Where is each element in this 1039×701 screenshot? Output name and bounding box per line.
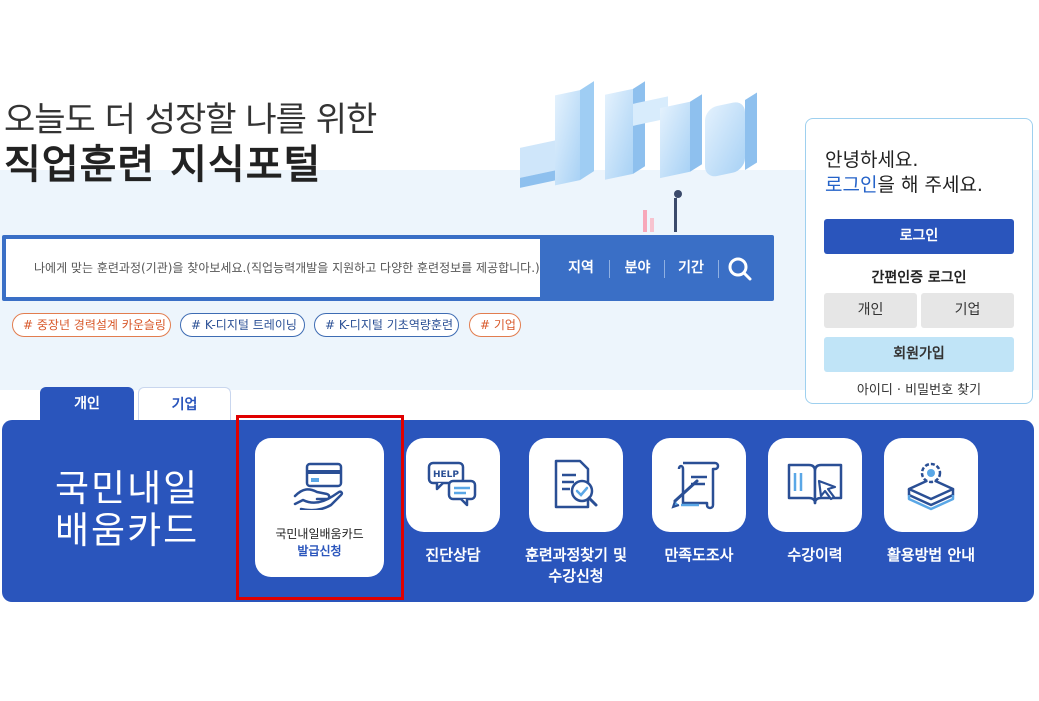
course-history-button[interactable] — [768, 438, 862, 532]
svg-text:HELP: HELP — [433, 470, 459, 480]
book-cursor-icon — [787, 463, 843, 505]
panel-title-line2: 배움카드 — [55, 509, 200, 552]
login-panel: 안녕하세요. 로그인을 해 주세요. 로그인 간편인증 로그인 개인 기업 회원… — [805, 118, 1033, 404]
search-button[interactable] — [720, 249, 760, 289]
hero-title: 직업훈련 지식포털 — [4, 142, 322, 188]
survey-pen-icon — [671, 461, 720, 510]
period-filter-button[interactable]: 기간 — [664, 235, 718, 301]
login-prompt: 로그인을 해 주세요. — [825, 170, 983, 197]
course-search-apply-button[interactable] — [529, 438, 623, 532]
login-button[interactable]: 로그인 — [824, 219, 1014, 254]
signup-button[interactable]: 회원가입 — [824, 337, 1014, 372]
greeting-text: 안녕하세요. — [825, 149, 919, 171]
tag-company[interactable]: # 기업 — [469, 313, 521, 337]
course-search-apply-label-line2: 수강신청 — [548, 567, 604, 585]
tag-k-digital-training[interactable]: # K-디지털 트레이닝 — [180, 313, 305, 337]
tag-midcareer-counseling[interactable]: # 중장년 경력설계 카운슬링 — [12, 313, 171, 337]
region-filter-button[interactable]: 지역 — [553, 235, 609, 301]
divider — [718, 260, 719, 278]
diagnosis-consult-button[interactable]: HELP — [406, 438, 500, 532]
diagnosis-consult-label: 진단상담 — [425, 546, 481, 564]
card-hand-icon — [293, 462, 344, 510]
course-history-label: 수강이력 — [787, 546, 843, 564]
document-search-icon — [554, 459, 598, 509]
find-id-password-link[interactable]: 아이디 · 비밀번호 찾기 — [806, 379, 1032, 398]
panel-title-line1: 국민내일 — [55, 467, 200, 510]
gear-stack-icon — [907, 462, 955, 511]
simple-auth-title: 간편인증 로그인 — [871, 270, 967, 286]
course-search-apply-label: 훈련과정찾기 및 수강신청 — [516, 545, 636, 587]
login-link[interactable]: 로그인 — [825, 174, 877, 196]
tab-personal[interactable]: 개인 — [40, 387, 134, 421]
login-prompt-text: 을 해 주세요. — [877, 174, 983, 196]
tab-company[interactable]: 기업 — [138, 387, 231, 421]
course-search-apply-label-line1: 훈련과정찾기 및 — [525, 546, 627, 564]
search-input[interactable] — [6, 239, 540, 297]
hrd-illustration — [520, 81, 757, 232]
field-filter-button[interactable]: 분야 — [610, 235, 665, 301]
satisfaction-survey-label: 만족도조사 — [664, 546, 734, 564]
usage-guide-button[interactable] — [884, 438, 978, 532]
simple-auth-company-button[interactable]: 기업 — [921, 293, 1014, 328]
card-application-sublabel: 발급신청 — [297, 544, 342, 558]
satisfaction-survey-button[interactable] — [652, 438, 746, 532]
search-icon — [728, 257, 752, 281]
usage-guide-label: 활용방법 안내 — [886, 546, 976, 564]
simple-auth-personal-button[interactable]: 개인 — [824, 293, 917, 328]
panel-title: 국민내일 배움카드 — [55, 468, 199, 552]
card-application-label: 국민내일배움카드 — [275, 527, 364, 541]
search-bar: 지역 분야 기간 — [2, 235, 774, 301]
tag-k-digital-basic[interactable]: # K-디지털 기초역량훈련 — [314, 313, 459, 337]
card-application-button[interactable]: 국민내일배움카드 발급신청 — [255, 438, 384, 577]
help-chat-icon: HELP — [427, 461, 477, 507]
